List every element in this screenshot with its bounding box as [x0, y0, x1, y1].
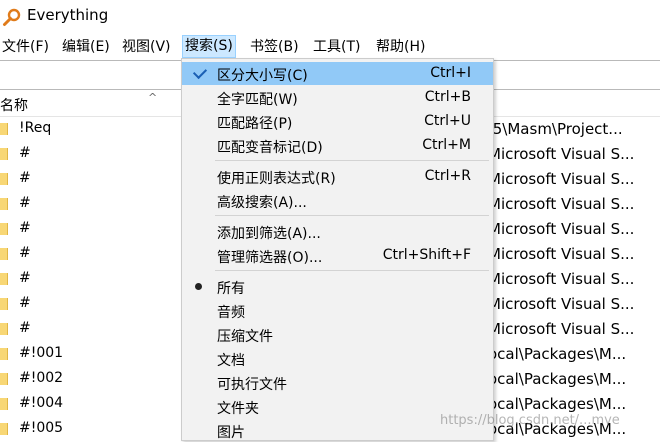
menu-item-shortcut: Ctrl+Shift+F: [382, 247, 471, 263]
menu-item-label: 音频: [217, 305, 245, 321]
menu-item-filter-document[interactable]: 文档: [182, 347, 493, 370]
menu-help[interactable]: 帮助(H): [374, 37, 427, 57]
file-path: Microsoft Visual S...: [488, 145, 635, 163]
file-name: !Req: [19, 120, 52, 136]
menu-item-shortcut: Ctrl+R: [424, 168, 471, 184]
menu-item-label: 文件夹: [217, 401, 259, 417]
menu-item-match-diacritics[interactable]: 匹配变音标记(D) Ctrl+M: [182, 134, 493, 157]
menu-item-whole-word[interactable]: 全字匹配(W) Ctrl+B: [182, 86, 493, 109]
menu-item-label: 管理筛选器(O)...: [217, 250, 323, 266]
folder-icon: [0, 148, 8, 160]
file-name: #: [19, 170, 31, 186]
file-path: Microsoft Visual S...: [488, 295, 635, 313]
menu-item-filter-executable[interactable]: 可执行文件: [182, 371, 493, 394]
menu-item-label: 所有: [217, 281, 245, 297]
magnifier-app-icon: [3, 8, 21, 26]
menu-item-add-filter[interactable]: 添加到筛选(A)...: [182, 220, 493, 243]
menu-item-label: 压缩文件: [217, 329, 273, 345]
menu-item-label: 匹配路径(P): [217, 116, 293, 132]
file-name: #: [19, 295, 31, 311]
file-name: #!001: [19, 345, 64, 361]
folder-icon: [0, 423, 8, 435]
checkmark-icon: [192, 64, 208, 80]
file-name: #: [19, 270, 31, 286]
file-path: Microsoft Visual S...: [488, 220, 635, 238]
menu-bar: 文件(F) 编辑(E) 视图(V) 搜索(S) 书签(B) 工具(T) 帮助(H…: [0, 34, 660, 59]
menu-tools[interactable]: 工具(T): [311, 37, 362, 57]
file-name: #: [19, 195, 31, 211]
file-name: #: [19, 220, 31, 236]
folder-icon: [0, 273, 8, 285]
column-name-header[interactable]: 名称: [0, 95, 28, 115]
menu-item-organize-filters[interactable]: 管理筛选器(O)... Ctrl+Shift+F: [182, 244, 493, 267]
file-path: ocal\Packages\M...: [488, 370, 627, 388]
menu-item-label: 匹配变音标记(D): [217, 140, 323, 156]
menu-item-shortcut: Ctrl+I: [430, 65, 471, 81]
menu-file[interactable]: 文件(F): [0, 37, 51, 57]
folder-icon: [0, 248, 8, 260]
title-bar: Everything: [0, 0, 660, 34]
file-name: #: [19, 245, 31, 261]
menu-item-label: 使用正则表达式(R): [217, 171, 336, 187]
radio-bullet-icon: [195, 283, 202, 290]
file-path: Microsoft Visual S...: [488, 320, 635, 338]
menu-item-shortcut: Ctrl+U: [424, 113, 471, 129]
menu-item-shortcut: Ctrl+M: [422, 137, 471, 153]
menu-item-label: 全字匹配(W): [217, 92, 298, 108]
menu-item-label: 可执行文件: [217, 377, 287, 393]
file-name: #: [19, 145, 31, 161]
menu-bookmarks[interactable]: 书签(B): [248, 37, 301, 57]
menu-item-match-path[interactable]: 匹配路径(P) Ctrl+U: [182, 110, 493, 133]
folder-icon: [0, 398, 8, 410]
menu-item-label: 文档: [217, 353, 245, 369]
file-name: #: [19, 320, 31, 336]
menu-separator: [215, 215, 489, 216]
file-path: Microsoft Visual S...: [488, 270, 635, 288]
menu-search[interactable]: 搜索(S): [182, 35, 236, 58]
menu-edit[interactable]: 编辑(E): [60, 37, 112, 57]
menu-item-label: 添加到筛选(A)...: [217, 226, 321, 242]
menu-item-shortcut: Ctrl+B: [424, 89, 471, 105]
file-name: #!004: [19, 395, 64, 411]
file-name: #!002: [19, 370, 64, 386]
window-title: Everything: [27, 6, 109, 24]
menu-item-label: 高级搜索(A)...: [217, 195, 307, 211]
menu-item-advanced-search[interactable]: 高级搜索(A)...: [182, 189, 493, 212]
menu-item-filter-everything[interactable]: 所有: [182, 275, 493, 298]
folder-icon: [0, 173, 8, 185]
menu-item-label: 区分大小写(C): [217, 68, 308, 84]
folder-icon: [0, 198, 8, 210]
file-path: ocal\Packages\M...: [488, 395, 627, 413]
menu-item-regex[interactable]: 使用正则表达式(R) Ctrl+R: [182, 165, 493, 188]
file-path: Microsoft Visual S...: [488, 170, 635, 188]
folder-icon: [0, 223, 8, 235]
folder-icon: [0, 348, 8, 360]
file-path: Microsoft Visual S...: [488, 195, 635, 213]
file-path: Microsoft Visual S...: [488, 245, 635, 263]
menu-item-match-case[interactable]: 区分大小写(C) Ctrl+I: [182, 62, 493, 85]
folder-icon: [0, 123, 8, 135]
menu-separator: [215, 270, 489, 271]
menu-view[interactable]: 视图(V): [120, 37, 173, 57]
folder-icon: [0, 323, 8, 335]
menu-item-filter-audio[interactable]: 音频: [182, 299, 493, 322]
watermark-text: https://blog.csdn.net/...mve: [440, 413, 620, 428]
folder-icon: [0, 298, 8, 310]
folder-icon: [0, 373, 8, 385]
sort-ascending-icon: ^: [148, 91, 158, 104]
file-name: #!005: [19, 420, 64, 436]
menu-item-filter-compressed[interactable]: 压缩文件: [182, 323, 493, 346]
menu-separator: [215, 160, 489, 161]
menu-item-label: 图片: [217, 425, 245, 441]
file-path: ocal\Packages\M...: [488, 345, 627, 363]
file-path: .5\Masm\Project...: [488, 120, 623, 138]
search-menu-dropdown: 区分大小写(C) Ctrl+I 全字匹配(W) Ctrl+B 匹配路径(P) C…: [181, 58, 494, 441]
